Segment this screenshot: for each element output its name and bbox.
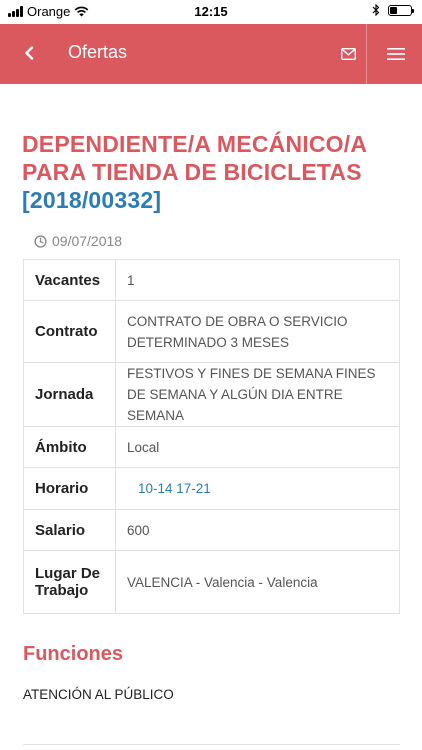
table-row: Jornada FESTIVOS Y FINES DE SEMANA FINES… [23, 362, 400, 427]
detail-label: Contrato [23, 300, 116, 363]
detail-value: 600 [115, 509, 400, 551]
detail-label: Jornada [23, 362, 116, 427]
job-title: DEPENDIENTE/A MECÁNICO/A PARA TIENDA DE … [22, 130, 402, 214]
job-date-value: 09/07/2018 [52, 233, 123, 249]
detail-value: Local [115, 426, 400, 468]
job-title-text: DEPENDIENTE/A MECÁNICO/A PARA TIENDA DE … [22, 131, 367, 185]
table-row: Vacantes 1 [23, 259, 400, 301]
table-row: Ámbito Local [23, 426, 400, 468]
detail-label: Ámbito [23, 426, 116, 468]
job-date: 09/07/2018 [34, 233, 122, 249]
schedule-link[interactable]: 10-14 17-21 [115, 467, 400, 510]
table-row: Contrato CONTRATO DE OBRA O SERVICIO DET… [23, 300, 400, 363]
detail-label: Salario [23, 509, 116, 551]
table-row: Salario 600 [23, 509, 400, 551]
detail-label: Horario [23, 467, 116, 510]
status-bar: Orange 12:15 [0, 0, 422, 24]
divider [23, 744, 400, 745]
job-details-table: Vacantes 1 Contrato CONTRATO DE OBRA O S… [23, 259, 400, 614]
status-right [372, 4, 414, 16]
battery-level [390, 6, 397, 14]
app-header: Ofertas [0, 24, 422, 84]
job-reference: 2018/00332 [29, 187, 154, 213]
header-divider [366, 24, 367, 84]
job-reference-open: [ [22, 187, 30, 213]
bluetooth-icon [372, 4, 380, 16]
hamburger-menu-icon [387, 48, 405, 60]
functions-heading: Funciones [23, 643, 124, 665]
table-row: Lugar De Trabajo VALENCIA - Valencia - V… [23, 550, 400, 614]
table-row: Horario 10-14 17-21 [23, 467, 400, 510]
detail-value: FESTIVOS Y FINES DE SEMANA FINES DE SEMA… [115, 362, 400, 427]
status-time: 12:15 [194, 4, 228, 19]
menu-button[interactable] [378, 36, 414, 72]
back-button[interactable] [14, 38, 44, 68]
detail-value: CONTRATO DE OBRA O SERVICIO DETERMINADO … [115, 300, 400, 363]
chevron-left-icon [25, 46, 34, 60]
detail-value: VALENCIA - Valencia - Valencia [115, 550, 400, 614]
mail-button[interactable] [330, 36, 366, 72]
page-title: Ofertas [68, 42, 128, 62]
functions-text: ATENCIÓN AL PÚBLICO [23, 687, 174, 702]
detail-label: Lugar De Trabajo [23, 550, 116, 614]
clock-icon [34, 234, 47, 248]
mail-icon [340, 48, 356, 60]
job-reference-close: ] [153, 187, 162, 213]
battery-icon [388, 4, 414, 16]
detail-label: Vacantes [23, 259, 116, 301]
detail-value: 1 [115, 259, 400, 301]
